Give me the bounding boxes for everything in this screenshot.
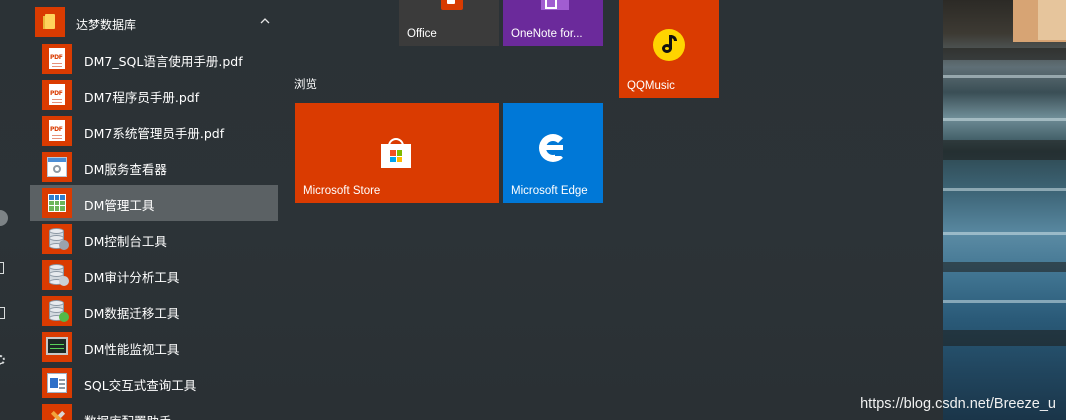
app-item-sql-query-tool[interactable]: SQL交互式查询工具 [30,365,278,401]
app-item-programmer-manual[interactable]: PDF DM7程序员手册.pdf [30,77,278,113]
app-item-audit-tool[interactable]: DM审计分析工具 [30,257,278,293]
pdf-icon: PDF [42,80,72,110]
app-item-label: DM数据迁移工具 [84,306,180,321]
database-icon [42,224,72,254]
app-list: 达梦数据库 PDF DM7_SQL语言使用手册.pdf PDF DM7程序员手册… [30,0,278,420]
app-item-admin-manual[interactable]: PDF DM7系统管理员手册.pdf [30,113,278,149]
app-group-header[interactable]: 达梦数据库 [30,4,278,40]
app-item-label: DM管理工具 [84,198,155,213]
tile-microsoft-edge[interactable]: Microsoft Edge [503,103,603,203]
app-item-label: DM审计分析工具 [84,270,180,285]
tile-microsoft-store[interactable]: Microsoft Store [295,103,499,203]
tile-qqmusic[interactable]: QQMusic [619,0,719,98]
tile-label: Microsoft Store [303,185,381,197]
app-item-label: 数据库配置助手 [84,411,172,420]
tile-office[interactable]: Office [399,0,499,46]
app-item-label: DM7程序员手册.pdf [84,90,200,105]
tile-label: Microsoft Edge [511,185,588,197]
app-item-migration-tool[interactable]: DM数据迁移工具 [30,293,278,329]
desktop-wallpaper [943,0,1066,420]
onenote-logo-icon [541,0,569,10]
database-icon [42,260,72,290]
app-item-manager-tool[interactable]: DM管理工具 [30,185,278,221]
app-item-label: DM性能监视工具 [84,342,180,357]
user-avatar-icon[interactable] [0,210,8,226]
service-viewer-icon [42,152,72,182]
tile-label: QQMusic [627,80,675,92]
app-item-label: DM7_SQL语言使用手册.pdf [84,54,243,69]
app-item-sql-manual[interactable]: PDF DM7_SQL语言使用手册.pdf [30,41,278,77]
pdf-icon: PDF [42,44,72,74]
wrench-icon [42,404,72,420]
group-label: 达梦数据库 [76,18,137,32]
sql-query-icon [42,368,72,398]
app-item-label: DM服务查看器 [84,162,167,177]
database-icon [42,296,72,326]
tile-onenote[interactable]: OneNote for... [503,0,603,46]
app-item-label: SQL交互式查询工具 [84,378,197,393]
office-logo-icon [441,0,463,10]
monitor-icon [42,332,72,362]
watermark-text: https://blog.csdn.net/Breeze_u [860,396,1056,412]
grid-icon [42,188,72,218]
edge-logo-icon [539,134,569,162]
app-item-service-viewer[interactable]: DM服务查看器 [30,149,278,185]
folder-icon [35,7,65,37]
app-item-label: DM7系统管理员手册.pdf [84,126,225,141]
app-item-performance-monitor[interactable]: DM性能监视工具 [30,329,278,365]
chevron-up-icon[interactable] [259,15,271,27]
app-item-label: DM控制台工具 [84,234,167,249]
app-item-console-tool[interactable]: DM控制台工具 [30,221,278,257]
pictures-icon[interactable] [0,307,5,319]
start-menu: 达梦数据库 PDF DM7_SQL语言使用手册.pdf PDF DM7程序员手册… [0,0,943,420]
tile-label: OneNote for... [511,28,583,40]
pdf-icon: PDF [42,116,72,146]
tile-label: Office [407,28,437,40]
app-item-config-assistant[interactable]: 数据库配置助手 [30,401,278,420]
tile-section-label: 浏览 [294,77,317,91]
settings-gear-icon[interactable] [0,355,5,365]
documents-icon[interactable] [0,262,4,274]
